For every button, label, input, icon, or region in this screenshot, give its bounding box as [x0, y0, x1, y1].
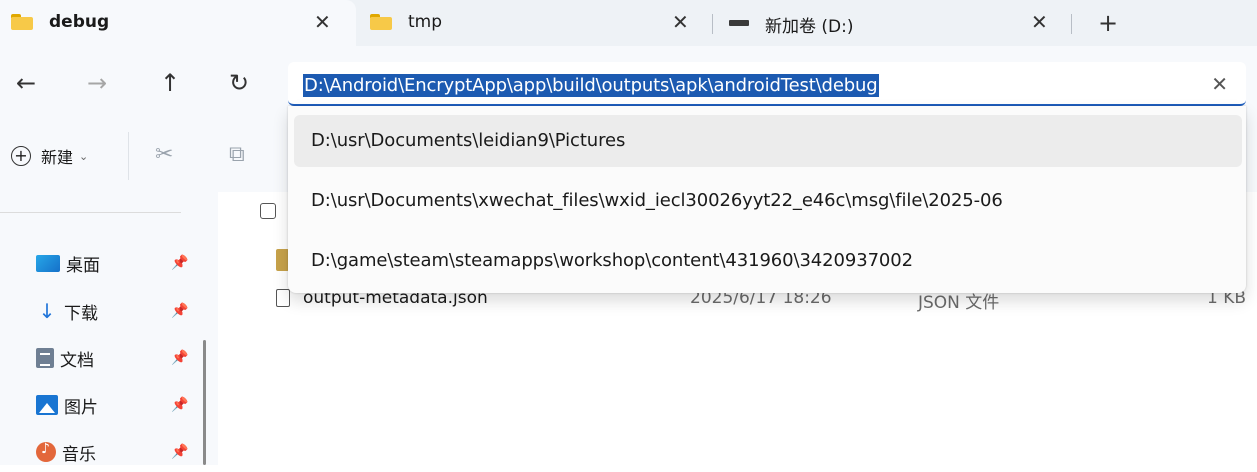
address-suggestions-dropdown: D:\usr\Documents\leidian9\Pictures D:\us… — [288, 106, 1246, 293]
sidebar-item-documents[interactable]: 文档 📌 — [36, 338, 196, 378]
folder-icon — [11, 14, 33, 30]
tab-separator — [1071, 14, 1072, 34]
up-button[interactable]: ↑ — [155, 68, 185, 98]
copy-icon[interactable]: ⧉ — [229, 142, 245, 167]
file-icon — [276, 289, 290, 307]
tab-title: tmp — [408, 12, 443, 32]
sidebar-item-label: 桌面 — [66, 255, 100, 276]
sidebar-item-label: 下载 — [64, 303, 98, 324]
tab-strip: debug ✕ tmp ✕ 新加卷 (D:) ✕ + — [0, 0, 1257, 46]
sidebar-item-downloads[interactable]: ↓ 下载 📌 — [36, 291, 196, 331]
suggestion-item[interactable]: D:\usr\Documents\xwechat_files\wxid_iecl… — [294, 175, 1242, 227]
address-input-text[interactable]: D:\Android\EncryptApp\app\build\outputs\… — [303, 74, 879, 97]
desktop-icon — [36, 254, 60, 272]
suggestion-item[interactable]: D:\game\steam\steamapps\workshop\content… — [294, 235, 1242, 287]
pin-icon[interactable]: 📌 — [171, 255, 188, 271]
back-button[interactable]: ← — [11, 68, 41, 98]
address-bar[interactable]: D:\Android\EncryptApp\app\build\outputs\… — [288, 62, 1246, 106]
documents-icon — [36, 348, 54, 368]
suggestion-item[interactable]: D:\usr\Documents\leidian9\Pictures — [294, 115, 1242, 167]
sidebar-item-label: 文档 — [60, 350, 94, 371]
navigation-pane: 桌面 📌 ↓ 下载 📌 文档 📌 图片 📌 音乐 📌 — [0, 192, 218, 465]
tab-title: 新加卷 (D:) — [765, 17, 854, 37]
sidebar-item-pictures[interactable]: 图片 📌 — [36, 385, 196, 425]
pin-icon[interactable]: 📌 — [171, 350, 188, 366]
sidebar-scrollbar[interactable] — [203, 340, 206, 465]
new-button[interactable]: + 新建 ⌄ — [11, 144, 88, 168]
tab-title: debug — [49, 12, 110, 32]
tab-close-button[interactable]: ✕ — [314, 10, 331, 34]
tab-close-button[interactable]: ✕ — [1031, 10, 1048, 34]
clear-address-button[interactable]: ✕ — [1211, 72, 1228, 96]
folder-icon — [370, 14, 392, 30]
pin-icon[interactable]: 📌 — [171, 303, 188, 319]
drive-icon — [729, 20, 749, 26]
music-icon — [36, 441, 56, 462]
sidebar-item-label: 音乐 — [62, 444, 96, 465]
select-all-checkbox[interactable] — [260, 203, 276, 219]
tab-tmp[interactable]: tmp ✕ — [356, 0, 712, 46]
chevron-down-icon: ⌄ — [79, 149, 89, 163]
refresh-button[interactable]: ↻ — [224, 68, 254, 98]
pictures-icon — [36, 395, 58, 415]
tab-close-button[interactable]: ✕ — [672, 10, 689, 34]
pin-icon[interactable]: 📌 — [171, 444, 188, 460]
forward-button[interactable]: → — [82, 68, 112, 98]
sidebar-item-label: 图片 — [64, 397, 98, 418]
tab-debug[interactable]: debug ✕ — [0, 0, 356, 46]
new-tab-button[interactable]: + — [1093, 8, 1123, 38]
download-icon: ↓ — [38, 299, 56, 323]
command-separator — [128, 132, 129, 180]
pin-icon[interactable]: 📌 — [171, 397, 188, 413]
sidebar-item-music[interactable]: 音乐 📌 — [36, 432, 196, 472]
sidebar-item-desktop[interactable]: 桌面 📌 — [36, 243, 196, 283]
new-button-label: 新建 — [41, 148, 74, 167]
cut-icon[interactable]: ✂ — [155, 142, 173, 167]
plus-icon: + — [11, 146, 31, 166]
tab-drive-d[interactable]: 新加卷 (D:) ✕ — [713, 0, 1070, 46]
sidebar-divider — [0, 212, 181, 213]
